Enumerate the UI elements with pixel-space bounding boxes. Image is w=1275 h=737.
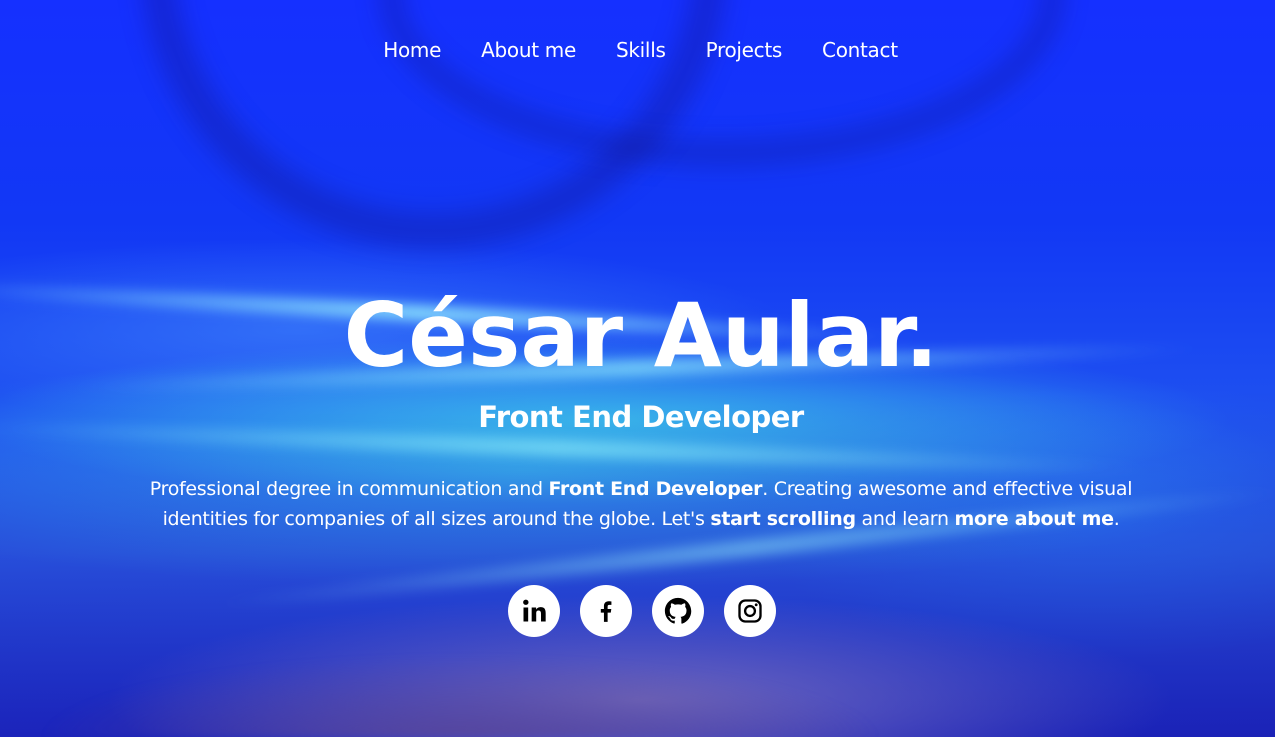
- hero-title: César Aular.: [343, 284, 939, 387]
- nav-link-home[interactable]: Home: [383, 38, 441, 62]
- bio-text: Professional degree in communication and: [149, 478, 549, 500]
- hero-subtitle: Front End Developer: [478, 400, 804, 434]
- main-nav: Home About me Skills Projects Contact: [0, 38, 1275, 62]
- instagram-icon: [737, 599, 762, 623]
- linkedin-button[interactable]: [507, 585, 560, 637]
- bio-text: .: [1113, 508, 1120, 530]
- facebook-icon: [600, 601, 611, 622]
- nav-link-contact[interactable]: Contact: [822, 38, 898, 62]
- github-button[interactable]: [651, 585, 704, 637]
- hero-section: Home About me Skills Projects Contact Cé…: [0, 0, 1275, 737]
- instagram-button[interactable]: [723, 585, 776, 637]
- github-icon: [664, 597, 691, 624]
- nav-link-projects[interactable]: Projects: [706, 38, 783, 62]
- bio-highlight: start scrolling: [710, 508, 856, 530]
- nav-link-skills[interactable]: Skills: [616, 38, 666, 62]
- facebook-button[interactable]: [579, 585, 632, 637]
- hero-bio: Professional degree in communication and…: [110, 474, 1172, 534]
- nav-link-about[interactable]: About me: [481, 38, 576, 62]
- bio-highlight: Front End Developer: [548, 478, 763, 500]
- bio-highlight: more about me: [954, 508, 1114, 530]
- bio-text: and learn: [855, 508, 955, 530]
- social-links: [0, 585, 1275, 637]
- linkedin-icon: [522, 599, 546, 622]
